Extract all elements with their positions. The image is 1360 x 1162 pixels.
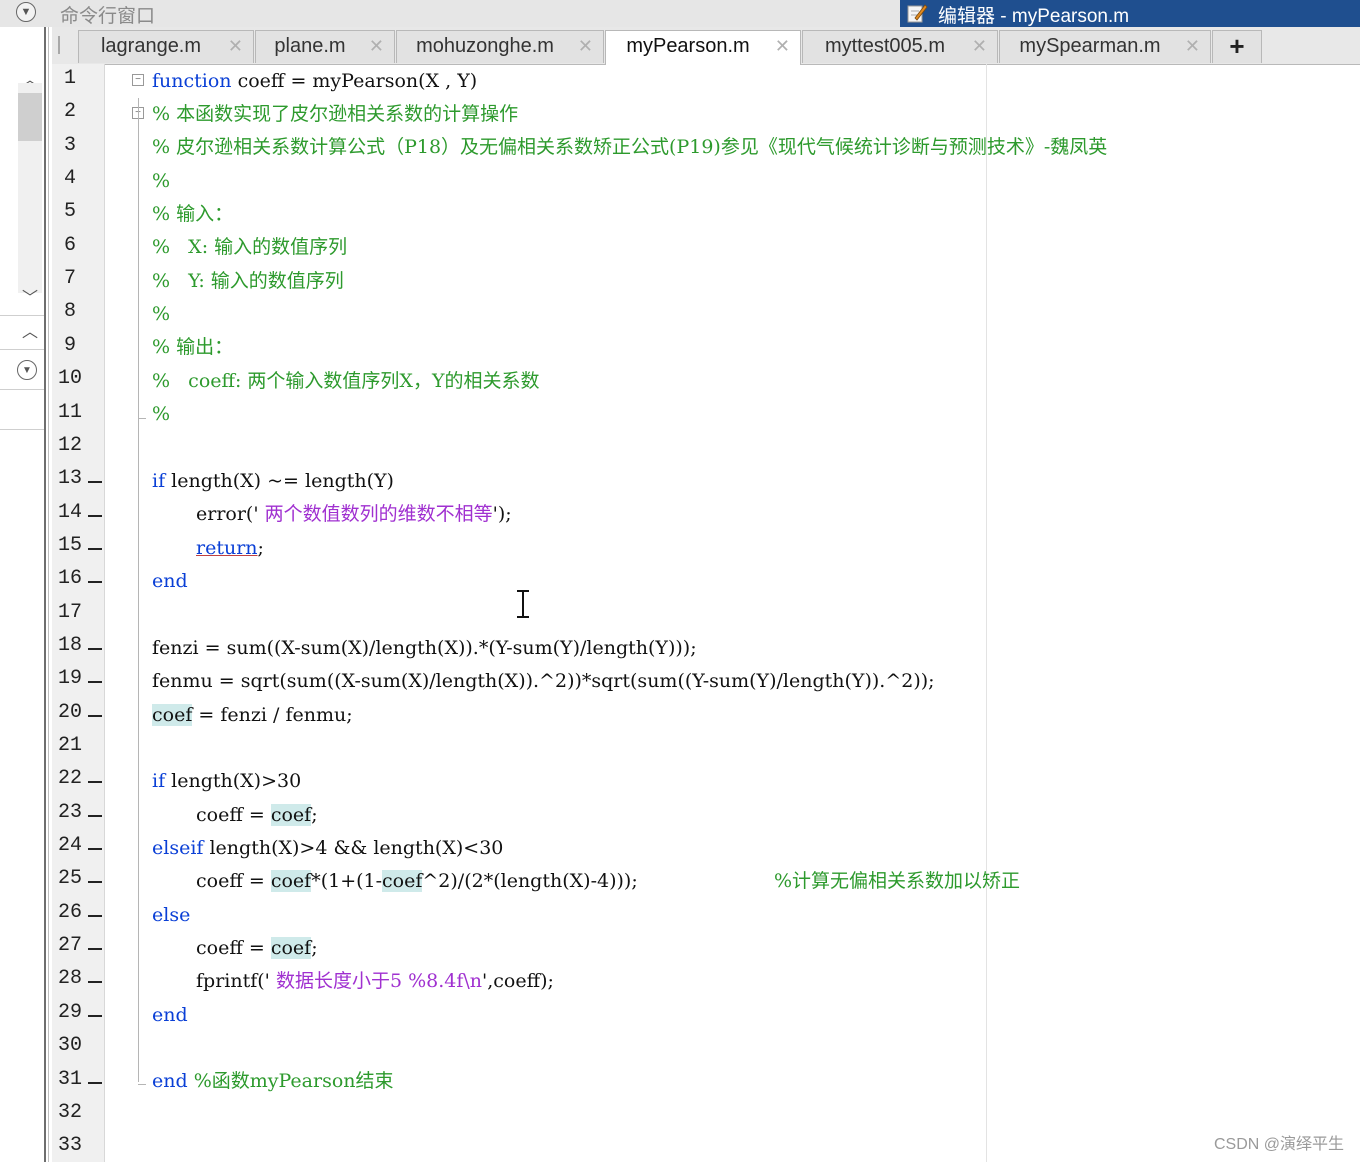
code-text: = fenzi / fenmu; [192, 704, 353, 726]
string-literal: 两个数值数列的维数不相等 [258, 503, 493, 525]
code-line-13: if length(X) ~= length(Y) [152, 468, 394, 494]
code-text: '); [492, 503, 512, 525]
command-window-titlebar: ▼ 命令行窗口 [0, 0, 900, 28]
code-text: error(' [196, 503, 259, 525]
code-line-3: % 皮尔逊相关系数计算公式（P18）及无偏相关系数矫正公式(P19)参见《现代气… [152, 136, 1108, 158]
tab-myttest005[interactable]: myttest005.m ✕ [802, 30, 998, 63]
editor-title: 编辑器 - myPearson.m [938, 6, 1130, 27]
editor-pencil-icon [907, 4, 928, 23]
code-line-16: end [152, 570, 188, 592]
tab-label: myPearson.m [626, 35, 750, 57]
tab-mohuzonghe[interactable]: mohuzonghe.m ✕ [396, 30, 604, 63]
code-text: coeff = myPearson(X , Y) [231, 70, 478, 92]
code-text: length(X)>30 [165, 770, 302, 792]
code-line-28: fprintf(' 数据长度小于5 %8.4f\n',coeff); [196, 968, 554, 994]
code-text: ',coeff); [482, 970, 554, 992]
code-text: length(X)>4 && length(X)<30 [203, 837, 504, 859]
new-tab-button[interactable]: + [1212, 30, 1262, 63]
code-line-15: return; [196, 535, 264, 561]
code-line-11: % [152, 403, 171, 425]
highlighted-variable: coef [382, 870, 423, 892]
code-line-9: % 输出： [152, 336, 234, 358]
keyword: if [152, 470, 166, 492]
code-text: ; [311, 937, 318, 959]
code-line-6: % X: 输入的数值序列 [152, 236, 348, 258]
code-text: ; [311, 804, 318, 826]
code-line-27: coeff = coef; [196, 935, 318, 961]
code-line-24: elseif length(X)>4 && length(X)<30 [152, 835, 503, 861]
tab-grip [58, 36, 60, 54]
tab-lagrange[interactable]: lagrange.m ✕ [78, 30, 254, 63]
code-line-23: coeff = coef; [196, 802, 318, 828]
comment: %函数myPearson结束 [187, 1070, 394, 1092]
command-window-title: 命令行窗口 [60, 6, 156, 27]
keyword: end [152, 1070, 188, 1092]
keyword: elseif [152, 837, 204, 859]
editor-tab-bar: lagrange.m ✕ plane.m ✕ mohuzonghe.m ✕ my… [52, 27, 1360, 65]
tab-label: mohuzonghe.m [416, 35, 554, 57]
string-literal: 数据长度小于5 %8.4f\n [269, 970, 483, 992]
close-icon[interactable]: ✕ [228, 36, 243, 57]
code-text: coeff = [196, 804, 271, 826]
keyword: function [152, 70, 232, 92]
highlighted-variable: coef [270, 804, 312, 826]
code-line-29: end [152, 1004, 188, 1026]
code-text: *(1+(1- [311, 870, 383, 892]
code-line-22: if length(X)>30 [152, 768, 301, 794]
text-cursor-icon [517, 590, 529, 618]
close-icon[interactable]: ✕ [578, 36, 593, 57]
keyword: return [196, 537, 258, 559]
code-line-26: else [152, 904, 191, 926]
close-icon[interactable]: ✕ [972, 36, 987, 57]
highlighted-variable: coef [270, 870, 312, 892]
keyword: if [152, 770, 166, 792]
tab-label: mySpearman.m [1019, 35, 1161, 57]
code-line-5: % 输入： [152, 203, 234, 225]
tab-label: plane.m [274, 35, 346, 57]
highlighted-variable: coef [152, 704, 193, 726]
tab-label: myttest005.m [824, 35, 946, 57]
code-line-25: coeff = coef*(1+(1-coef^2)/(2*(length(X)… [196, 868, 638, 894]
tab-mypearson[interactable]: myPearson.m ✕ [605, 30, 801, 65]
code-line-4: % [152, 170, 171, 192]
code-line-8: % [152, 303, 171, 325]
tab-myspearman[interactable]: mySpearman.m ✕ [999, 30, 1211, 63]
code-line-10: % coeff: 两个输入数值序列X，Y的相关系数 [152, 370, 540, 392]
panel-menu-icon[interactable]: ▼ [16, 2, 36, 22]
close-icon[interactable]: ✕ [775, 36, 790, 57]
code-editor[interactable]: function coeff = myPearson(X , Y) % 本函数实… [0, 64, 1360, 1162]
code-line-2: % 本函数实现了皮尔逊相关系数的计算操作 [152, 103, 519, 125]
tab-plane[interactable]: plane.m ✕ [255, 30, 395, 63]
code-text: length(X) ~= length(Y) [165, 470, 394, 492]
close-icon[interactable]: ✕ [1185, 36, 1200, 57]
code-text: ^2)/(2*(length(X)-4))); [422, 870, 638, 892]
code-line-7: % Y: 输入的数值序列 [152, 270, 344, 292]
code-text: coeff = [196, 937, 271, 959]
highlighted-variable: coef [270, 937, 312, 959]
code-text: coeff = [196, 870, 271, 892]
code-line-25-comment: %计算无偏相关系数加以矫正 [774, 870, 1021, 892]
code-line-1: function coeff = myPearson(X , Y) [152, 68, 477, 94]
code-text: fprintf(' [196, 970, 270, 992]
editor-titlebar: 编辑器 - myPearson.m [900, 0, 1360, 27]
code-line-14: error(' 两个数值数列的维数不相等'); [196, 501, 512, 527]
tab-label: lagrange.m [100, 35, 202, 57]
watermark: CSDN @演绎平生 [1213, 1136, 1344, 1153]
code-line-18: fenzi = sum((X-sum(X)/length(X)).*(Y-sum… [152, 637, 697, 659]
close-icon[interactable]: ✕ [369, 36, 384, 57]
code-line-20: coef = fenzi / fenmu; [152, 702, 353, 728]
code-line-19: fenmu = sqrt(sum((X-sum(X)/length(X)).^2… [152, 670, 935, 692]
code-line-31: end %函数myPearson结束 [152, 1068, 394, 1094]
code-text: ; [257, 537, 264, 559]
